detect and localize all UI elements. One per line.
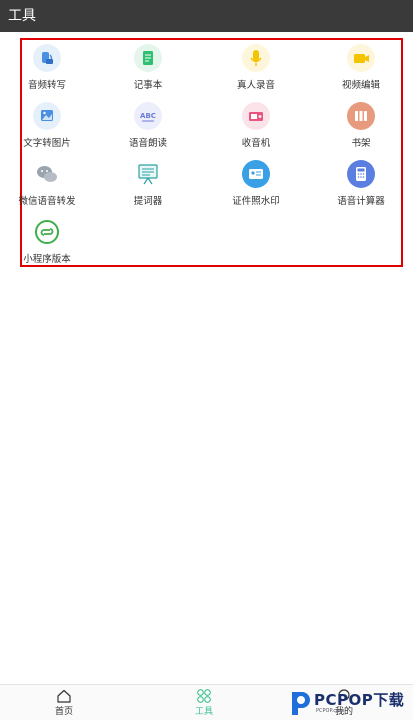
tool-label: 小程序版本 xyxy=(23,254,71,265)
header-bar: 工具 xyxy=(0,0,413,32)
bookshelf-icon xyxy=(347,102,375,130)
tool-teleprompter[interactable]: 提词器 xyxy=(108,160,188,218)
tool-text-to-image[interactable]: 文字转图片 xyxy=(7,102,87,160)
tool-audio-transcribe[interactable]: 音频转写 xyxy=(7,44,87,102)
tool-notepad[interactable]: 记事本 xyxy=(108,44,188,102)
svg-text:ABC: ABC xyxy=(140,112,156,120)
tool-voice-record[interactable]: 真人录音 xyxy=(216,44,296,102)
tool-mini-program[interactable]: 小程序版本 xyxy=(7,218,87,276)
tool-label: 真人录音 xyxy=(236,80,275,91)
mini-program-icon xyxy=(33,218,61,246)
home-icon xyxy=(57,689,71,703)
pcpop-logo-icon xyxy=(292,692,310,715)
audio-transcribe-icon xyxy=(33,44,61,72)
nav-tools[interactable]: 工具 xyxy=(174,685,234,720)
tool-video-edit[interactable]: 视频编辑 xyxy=(321,44,401,102)
tool-label: 语音朗读 xyxy=(128,138,167,149)
abc-read-icon: ABC xyxy=(134,102,162,130)
tool-label: 微信语音转发 xyxy=(18,196,76,207)
watermark-text: PCPOP下载 xyxy=(314,691,405,709)
tool-wechat-voice[interactable]: 微信语音转发 xyxy=(7,160,87,218)
nav-home[interactable]: 首页 xyxy=(34,685,94,720)
calculator-icon xyxy=(347,160,375,188)
tool-label: 记事本 xyxy=(133,80,163,91)
tool-label: 书架 xyxy=(351,138,371,149)
wechat-icon xyxy=(33,160,61,188)
video-camera-icon xyxy=(347,44,375,72)
watermark-subtext: PCPOP.com xyxy=(316,708,344,714)
tool-calculator[interactable]: 语音计算器 xyxy=(321,160,401,218)
nav-tools-label: 工具 xyxy=(194,707,213,717)
text-to-image-icon xyxy=(33,102,61,130)
watermark: PCPOP下载 PCPOP.com xyxy=(286,686,413,720)
tool-id-photo[interactable]: 证件照水印 xyxy=(216,160,296,218)
page-title: 工具 xyxy=(8,8,36,24)
tool-label: 语音计算器 xyxy=(337,196,385,207)
teleprompter-icon xyxy=(134,160,162,188)
tool-label: 证件照水印 xyxy=(232,196,280,207)
tool-voice-read[interactable]: ABC 语音朗读 xyxy=(108,102,188,160)
notepad-icon xyxy=(134,44,162,72)
tool-label: 提词器 xyxy=(133,196,163,207)
nav-home-label: 首页 xyxy=(54,707,73,717)
tool-label: 音频转写 xyxy=(27,80,66,91)
radio-icon xyxy=(242,102,270,130)
tools-page: 工具 音频转写 记事本 真人录音 视频编辑 文字转图片 ABC 语音朗读 收音机… xyxy=(0,0,413,720)
tool-radio[interactable]: 收音机 xyxy=(216,102,296,160)
microphone-icon xyxy=(242,44,270,72)
tool-bookshelf[interactable]: 书架 xyxy=(321,102,401,160)
id-card-icon xyxy=(242,160,270,188)
tools-grid-icon xyxy=(197,689,211,703)
tool-label: 文字转图片 xyxy=(23,138,71,149)
tool-label: 收音机 xyxy=(241,138,271,149)
tool-label: 视频编辑 xyxy=(341,80,380,91)
